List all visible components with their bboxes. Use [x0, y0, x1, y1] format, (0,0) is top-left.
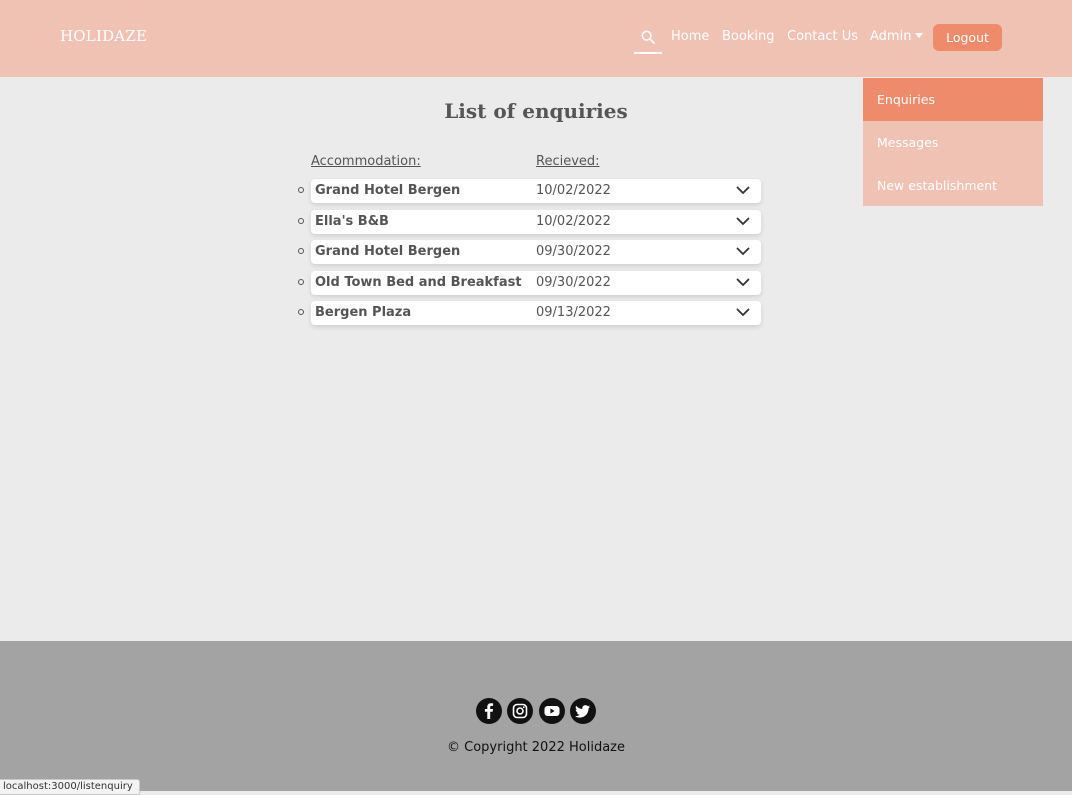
youtube-icon: [544, 706, 560, 716]
enquiry-date: 10/02/2022: [536, 183, 611, 198]
menu-item-new-establishment[interactable]: New establishment: [863, 164, 1043, 207]
chevron-down-icon[interactable]: [736, 186, 750, 195]
enquiry-accommodation: Ella's B&B: [315, 214, 389, 229]
site-logo[interactable]: HOLIDAZE: [60, 27, 147, 45]
instagram-link[interactable]: [507, 698, 533, 724]
list-bullet: [298, 187, 304, 193]
facebook-icon: [484, 703, 494, 719]
column-header-received[interactable]: Recieved:: [536, 154, 600, 169]
instagram-icon: [512, 703, 528, 719]
enquiry-date: 09/13/2022: [536, 305, 611, 320]
list-bullet: [298, 279, 304, 285]
browser-status-url: localhost:3000/listenquiry: [0, 779, 140, 795]
search-button[interactable]: [634, 26, 662, 54]
logout-button[interactable]: Logout: [933, 24, 1002, 51]
youtube-link[interactable]: [539, 698, 565, 724]
nav-home-link[interactable]: Home: [671, 29, 709, 44]
twitter-link[interactable]: [570, 698, 596, 724]
site-footer: © Copyright 2022 Holidaze: [0, 641, 1072, 791]
enquiry-date: 10/02/2022: [536, 214, 611, 229]
list-bullet: [298, 248, 304, 254]
site-header: HOLIDAZE Home Booking Contact Us Admin L…: [0, 0, 1072, 77]
nav-booking-link[interactable]: Booking: [722, 29, 774, 44]
enquiry-accommodation: Grand Hotel Bergen: [315, 183, 461, 198]
enquiry-row[interactable]: Old Town Bed and Breakfast 09/30/2022: [298, 271, 761, 295]
menu-item-messages[interactable]: Messages: [863, 121, 1043, 164]
enquiry-row[interactable]: Ella's B&B 10/02/2022: [298, 210, 761, 234]
enquiry-date: 09/30/2022: [536, 275, 611, 290]
twitter-icon: [575, 705, 590, 718]
chevron-down-icon[interactable]: [736, 278, 750, 287]
chevron-down-icon[interactable]: [736, 247, 750, 256]
admin-dropdown-menu: Enquiries Messages New establishment: [863, 78, 1043, 206]
caret-down-icon: [915, 33, 924, 38]
enquiry-date: 09/30/2022: [536, 244, 611, 259]
column-header-accommodation[interactable]: Accommodation:: [311, 154, 421, 169]
list-bullet: [298, 218, 304, 224]
list-bullet: [298, 309, 304, 315]
enquiry-accommodation: Bergen Plaza: [315, 305, 412, 320]
nav-admin-dropdown[interactable]: Admin: [870, 29, 924, 44]
nav-contact-link[interactable]: Contact Us: [787, 29, 858, 44]
page-title: List of enquiries: [444, 99, 628, 123]
search-icon: [641, 30, 655, 44]
enquiry-accommodation: Grand Hotel Bergen: [315, 244, 461, 259]
chevron-down-icon[interactable]: [736, 217, 750, 226]
enquiry-accommodation: Old Town Bed and Breakfast: [315, 275, 522, 290]
copyright-text: © Copyright 2022 Holidaze: [447, 740, 625, 755]
nav-admin-label: Admin: [870, 29, 912, 44]
enquiry-row[interactable]: Grand Hotel Bergen 10/02/2022: [298, 179, 761, 203]
enquiry-row[interactable]: Grand Hotel Bergen 09/30/2022: [298, 240, 761, 264]
chevron-down-icon[interactable]: [736, 308, 750, 317]
facebook-link[interactable]: [476, 698, 502, 724]
enquiry-row[interactable]: Bergen Plaza 09/13/2022: [298, 301, 761, 325]
